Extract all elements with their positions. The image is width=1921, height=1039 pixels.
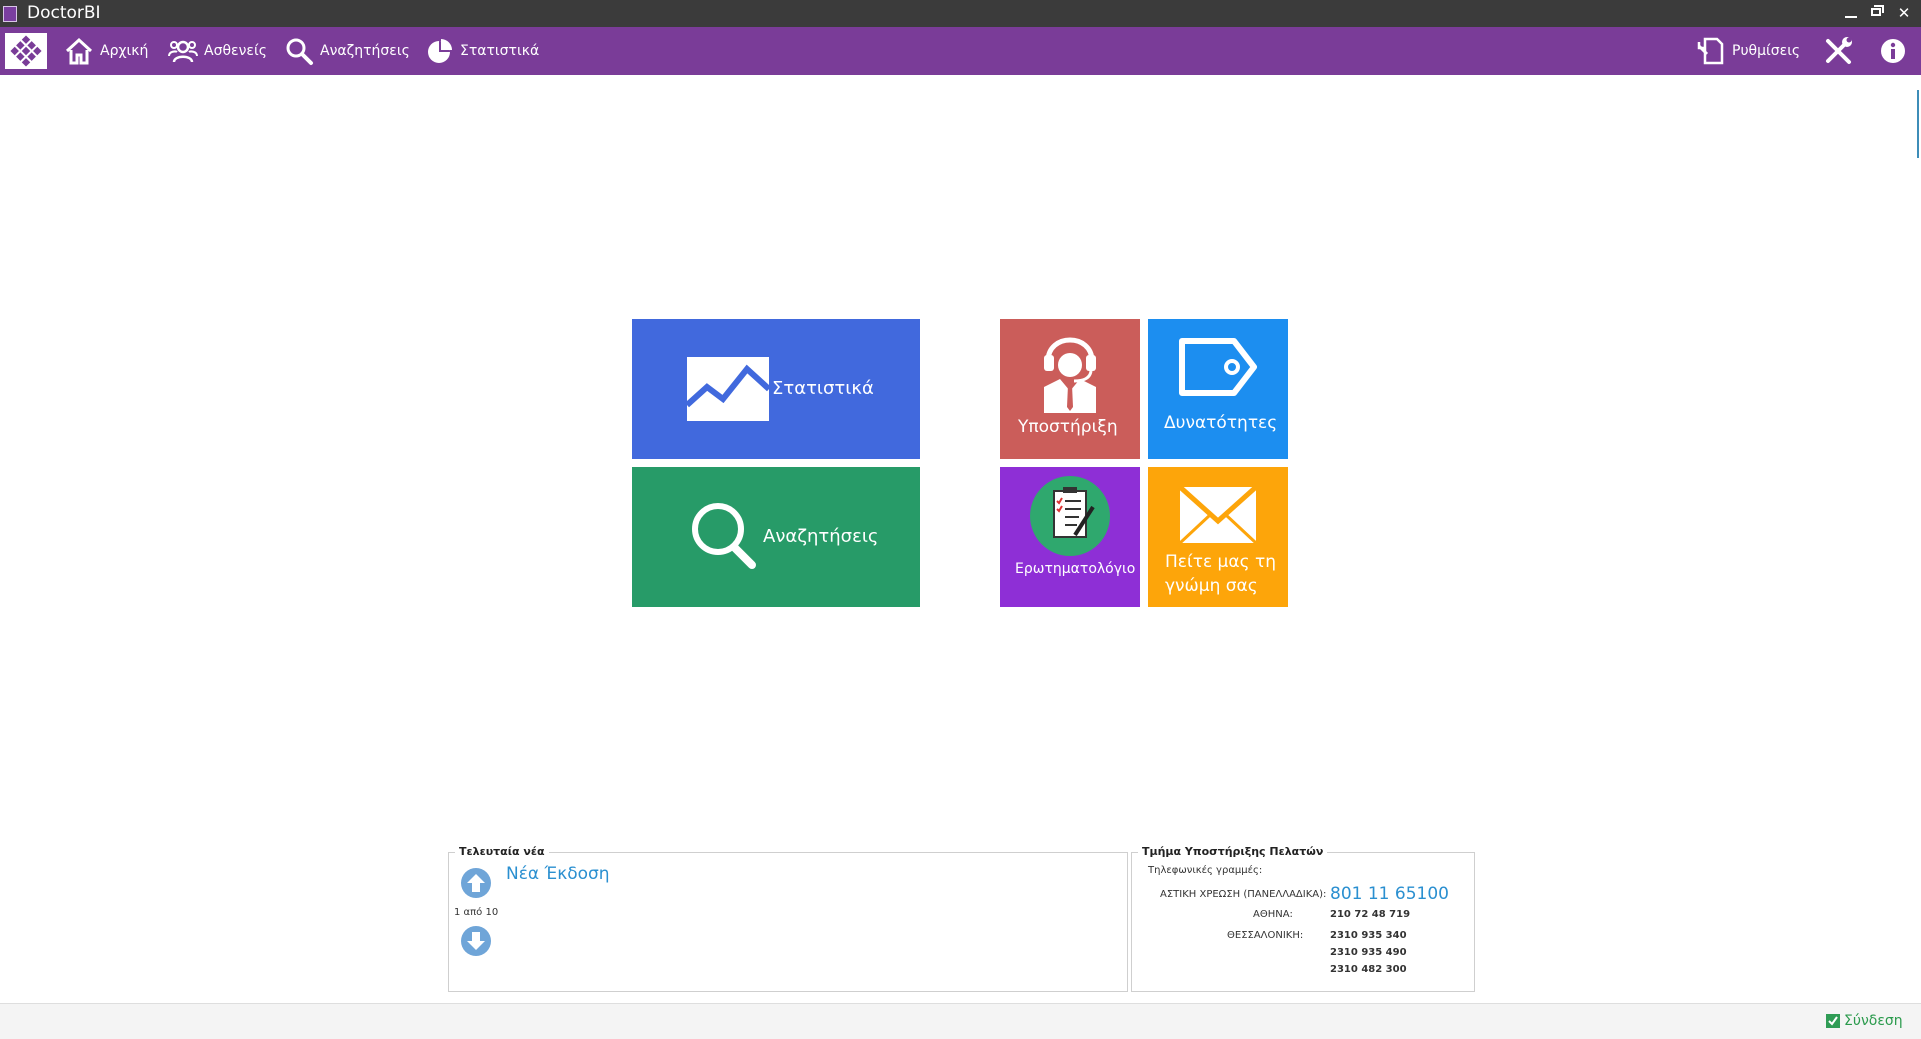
- news-panel: Τελευταία νέα Νέα Έκδοση 1 από 10: [448, 845, 1128, 992]
- support-local-number: 801 11 65100: [1330, 884, 1449, 904]
- app-logo[interactable]: [5, 33, 47, 69]
- tile-opinion-label-1: Πείτε μας τη: [1165, 552, 1276, 572]
- envelope-icon: [1178, 485, 1258, 545]
- tile-searches[interactable]: Αναζητήσεις: [632, 467, 920, 607]
- scroll-indicator[interactable]: [1917, 90, 1919, 158]
- login-label: Σύνδεση: [1844, 1013, 1903, 1029]
- questionnaire-icon: [1030, 476, 1110, 556]
- info-button[interactable]: [1880, 27, 1912, 75]
- nav-patients[interactable]: Ασθενείς: [168, 27, 267, 75]
- tile-questionnaire-label: Ερωτηματολόγιο: [1015, 561, 1136, 577]
- support-panel: Τμήμα Υποστήριξης Πελατών Τηλεφωνικές γρ…: [1131, 845, 1475, 992]
- logo-icon: [10, 35, 42, 67]
- nav-settings[interactable]: Ρυθμίσεις: [1696, 27, 1800, 75]
- tile-opinion[interactable]: Πείτε μας τη γνώμη σας: [1148, 467, 1288, 607]
- support-thess-number-3: 2310 482 300: [1330, 964, 1407, 975]
- nav-searches-label: Αναζητήσεις: [320, 43, 410, 59]
- patients-icon: [168, 40, 198, 63]
- restore-button[interactable]: [1866, 3, 1888, 23]
- tile-support[interactable]: Υποστήριξη: [1000, 319, 1140, 459]
- line-chart-icon: [687, 357, 769, 421]
- tile-questionnaire[interactable]: Ερωτηματολόγιο: [1000, 467, 1140, 607]
- info-icon: [1881, 39, 1905, 63]
- window-title: DoctorBI: [27, 3, 101, 23]
- tag-icon: [1179, 338, 1257, 396]
- home-icon: [65, 37, 93, 65]
- news-prev-button[interactable]: [461, 868, 491, 898]
- tile-opinion-label-2: γνώμη σας: [1165, 576, 1258, 596]
- nav-home-label: Αρχική: [100, 43, 149, 59]
- title-bar: DoctorBI ✕: [0, 0, 1921, 27]
- search-icon: [286, 38, 313, 65]
- news-next-button[interactable]: [461, 926, 491, 956]
- tools-icon: [1826, 37, 1852, 64]
- headset-icon: [1044, 337, 1096, 413]
- minimize-button[interactable]: [1840, 3, 1862, 23]
- tile-statistics[interactable]: Στατιστικά: [632, 319, 920, 459]
- support-local-label: ΑΣΤΙΚΗ ΧΡΕΩΣΗ (ΠΑΝΕΛΛΑΔΙΚΑ):: [1160, 889, 1327, 900]
- nav-statistics-label: Στατιστικά: [460, 43, 540, 59]
- checkmark-icon: [1826, 1014, 1840, 1028]
- support-athens-number: 210 72 48 719: [1330, 909, 1411, 920]
- news-panel-title: Τελευταία νέα: [455, 845, 549, 858]
- status-bar: Σύνδεση: [0, 1003, 1921, 1039]
- nav-home[interactable]: Αρχική: [64, 27, 148, 75]
- nav-bar: Αρχική Ασθενείς Αναζητήσεις Στατιστικά Ρ…: [0, 27, 1921, 75]
- magnifier-icon: [692, 503, 756, 569]
- support-panel-title: Τμήμα Υποστήριξης Πελατών: [1138, 845, 1328, 858]
- nav-patients-label: Ασθενείς: [204, 43, 267, 59]
- tile-statistics-label: Στατιστικά: [772, 378, 874, 399]
- support-thess-number-2: 2310 935 490: [1330, 947, 1407, 958]
- tile-support-label: Υποστήριξη: [1018, 417, 1118, 437]
- support-thess-number-1: 2310 935 340: [1330, 930, 1407, 941]
- nav-searches[interactable]: Αναζητήσεις: [284, 27, 410, 75]
- app-icon: [3, 6, 17, 22]
- news-pager: 1 από 10: [454, 907, 499, 918]
- support-phones-label: Τηλεφωνικές γραμμές:: [1148, 865, 1263, 876]
- tile-searches-label: Αναζητήσεις: [763, 526, 879, 547]
- support-athens-label: ΑΘΗΝΑ:: [1253, 909, 1293, 920]
- arrow-down-icon: [467, 932, 485, 950]
- tile-features[interactable]: Δυνατότητες: [1148, 319, 1288, 459]
- tools-button[interactable]: [1822, 27, 1860, 75]
- tile-features-label: Δυνατότητες: [1164, 413, 1278, 433]
- arrow-up-icon: [467, 874, 485, 892]
- minimize-icon: [1845, 16, 1857, 18]
- close-button[interactable]: ✕: [1893, 3, 1915, 23]
- nav-settings-label: Ρυθμίσεις: [1732, 43, 1801, 59]
- support-thess-label: ΘΕΣΣΑΛΟΝΙΚΗ:: [1227, 930, 1304, 941]
- nav-statistics[interactable]: Στατιστικά: [424, 27, 539, 75]
- login-status[interactable]: Σύνδεση: [1826, 1013, 1903, 1029]
- settings-doc-icon: [1697, 37, 1724, 65]
- news-item-link[interactable]: Νέα Έκδοση: [506, 864, 610, 884]
- pie-chart-icon: [428, 39, 452, 63]
